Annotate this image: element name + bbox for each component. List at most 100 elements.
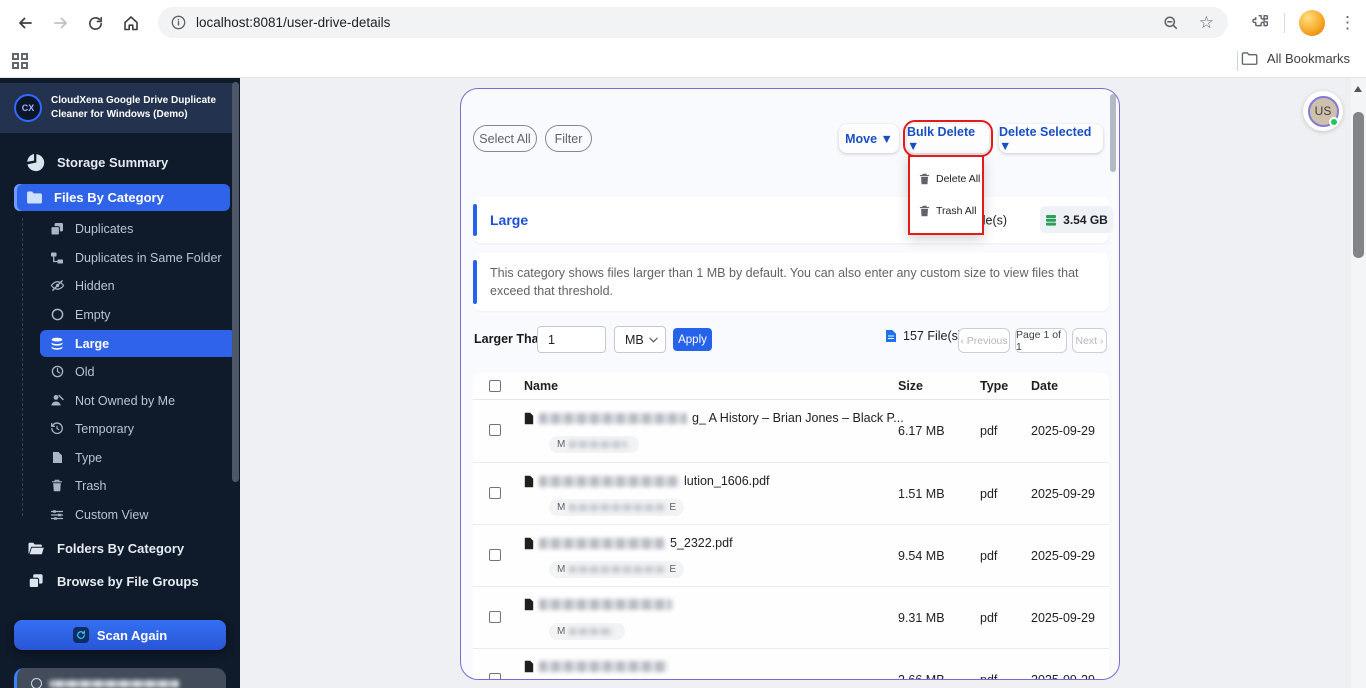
size-threshold-input[interactable] — [537, 326, 606, 353]
database-icon — [49, 336, 65, 352]
table-row: lution_1606.pdf ME 1.51 MB pdf 2025-09-2… — [473, 462, 1109, 524]
home-button[interactable] — [118, 10, 144, 36]
scrollbar-thumb[interactable] — [1353, 112, 1364, 258]
files-table: Name Size Type Date g_ A History – Brian… — [473, 373, 1109, 680]
sidebar-item-label: Large — [75, 336, 110, 351]
user-initials: US — [1314, 104, 1332, 118]
redacted-name — [539, 537, 665, 549]
file-size: 2.66 MB — [898, 672, 945, 680]
profile-avatar[interactable] — [1299, 9, 1325, 36]
sidebar-scrollbar[interactable] — [232, 82, 239, 482]
sidebar-item-label: Type — [75, 450, 103, 465]
sidebar-item-browse-by-file-groups[interactable]: Browse by File Groups — [0, 567, 233, 595]
sidebar-item-storage-summary[interactable]: Storage Summary — [0, 148, 233, 176]
extensions-icon[interactable] — [1251, 13, 1270, 32]
scroll-up-arrow-icon[interactable] — [1354, 86, 1362, 92]
page-scrollbar[interactable] — [1351, 78, 1366, 688]
app-title: CloudXena Google Drive Duplicate Cleaner… — [51, 95, 217, 120]
refresh-icon — [88, 16, 102, 30]
row-checkbox[interactable] — [489, 487, 501, 499]
menu-item-label: Trash All — [936, 205, 977, 217]
sidebar-item-type[interactable]: Type — [40, 444, 236, 471]
all-bookmarks-button[interactable]: All Bookmarks — [1241, 51, 1350, 66]
redacted-name — [539, 661, 667, 672]
chevron-down-icon — [649, 337, 658, 343]
file-count: 157 File(s) — [885, 329, 962, 343]
sidebar-item-custom-view[interactable]: Custom View — [40, 501, 236, 528]
row-checkbox[interactable] — [489, 673, 501, 679]
sidebar-item-files-by-category[interactable]: Files By Category — [14, 184, 230, 211]
bulk-delete-button[interactable]: Bulk Delete ▼ — [903, 120, 993, 157]
zoom-out-icon[interactable] — [1163, 15, 1179, 31]
row-checkbox[interactable] — [489, 424, 501, 436]
redacted-name — [539, 412, 687, 424]
table-row: M 9.31 MB pdf 2025-09-29 — [473, 586, 1109, 648]
bookmarks-divider — [1237, 51, 1238, 71]
table-row: 5_2322.pdf ME 9.54 MB pdf 2025-09-29 — [473, 524, 1109, 586]
bulk-delete-menu: Delete All Trash All — [908, 155, 984, 235]
sidebar-item-label: Browse by File Groups — [57, 573, 199, 589]
sidebar-item-not-owned-by-me[interactable]: Not Owned by Me — [40, 387, 236, 414]
apply-button[interactable]: Apply — [673, 328, 712, 351]
site-info-icon[interactable] — [171, 15, 186, 30]
back-button[interactable] — [12, 10, 38, 36]
column-header-name: Name — [524, 379, 559, 393]
category-header: Large 157 File(s) 3.54 GB — [473, 197, 1113, 243]
sidebar-item-trash[interactable]: Trash — [40, 472, 236, 499]
apps-grid-icon[interactable] — [12, 53, 28, 69]
sidebar-item-label: Old — [75, 364, 95, 379]
sidebar-item-duplicates-same-folder[interactable]: Duplicates in Same Folder — [40, 244, 236, 271]
browser-menu-icon[interactable]: ⋮ — [1339, 13, 1356, 33]
path-badge: ME — [549, 499, 685, 516]
arrow-left-icon — [19, 17, 32, 29]
column-header-type: Type — [980, 379, 1009, 393]
previous-page-button[interactable]: ‹ Previous — [958, 328, 1010, 353]
online-status-dot — [1328, 116, 1339, 127]
menu-item-trash-all[interactable]: Trash All — [910, 195, 982, 227]
copy-icon — [26, 572, 45, 591]
file-icon — [49, 450, 65, 466]
sidebar-item-large[interactable]: Large — [40, 330, 236, 357]
table-row: g_ A History – Brian Jones – Black P... … — [473, 400, 1109, 462]
sidebar-item-empty[interactable]: Empty — [40, 301, 236, 328]
sidebar-item-duplicates[interactable]: Duplicates — [40, 215, 236, 242]
unit-select-value: MB — [625, 332, 644, 347]
history-icon — [49, 421, 65, 437]
redacted-name — [539, 475, 679, 487]
sidebar-item-hidden[interactable]: Hidden — [40, 272, 236, 299]
app-header: CX CloudXena Google Drive Duplicate Clea… — [0, 83, 233, 133]
url-text[interactable]: localhost:8081/user-drive-details — [196, 15, 390, 30]
sidebar-item-temporary[interactable]: Temporary — [40, 415, 236, 442]
delete-selected-button[interactable]: Delete Selected ▼ — [999, 124, 1103, 153]
row-checkbox[interactable] — [489, 549, 501, 561]
sidebar-item-label: Duplicates in Same Folder — [75, 250, 222, 265]
folder-open-icon — [26, 539, 45, 558]
sidebar-item-folders-by-category[interactable]: Folders By Category — [0, 534, 233, 562]
trash-icon — [919, 205, 930, 217]
address-bar[interactable]: localhost:8081/user-drive-details ☆ — [158, 7, 1228, 38]
sidebar-footer-card — [14, 668, 226, 688]
row-checkbox[interactable] — [489, 611, 501, 623]
select-all-button[interactable]: Select All — [473, 125, 537, 152]
menu-item-delete-all[interactable]: Delete All — [910, 163, 982, 195]
forward-button[interactable] — [48, 10, 74, 36]
sidebar-item-old[interactable]: Old — [40, 358, 236, 385]
move-button[interactable]: Move ▼ — [839, 124, 899, 153]
clock-icon — [49, 364, 65, 380]
user-avatar[interactable]: US — [1303, 91, 1343, 131]
select-all-checkbox[interactable] — [489, 380, 501, 392]
next-page-button[interactable]: Next › — [1072, 328, 1107, 353]
refresh-button[interactable] — [82, 10, 108, 36]
bookmark-star-icon[interactable]: ☆ — [1199, 14, 1214, 31]
filter-button[interactable]: Filter — [545, 125, 592, 152]
path-badge: M — [549, 436, 640, 453]
content-scrollbar[interactable] — [1110, 94, 1116, 172]
sidebar: CX CloudXena Google Drive Duplicate Clea… — [0, 78, 240, 688]
column-header-date: Date — [1031, 379, 1059, 393]
bookmarks-bar: All Bookmarks — [0, 45, 1366, 78]
file-size: 1.51 MB — [898, 486, 945, 501]
scan-again-button[interactable]: Scan Again — [14, 620, 226, 650]
unit-select[interactable]: MB — [614, 326, 666, 353]
file-icon — [524, 537, 534, 549]
sidebar-item-label: Storage Summary — [57, 154, 169, 170]
